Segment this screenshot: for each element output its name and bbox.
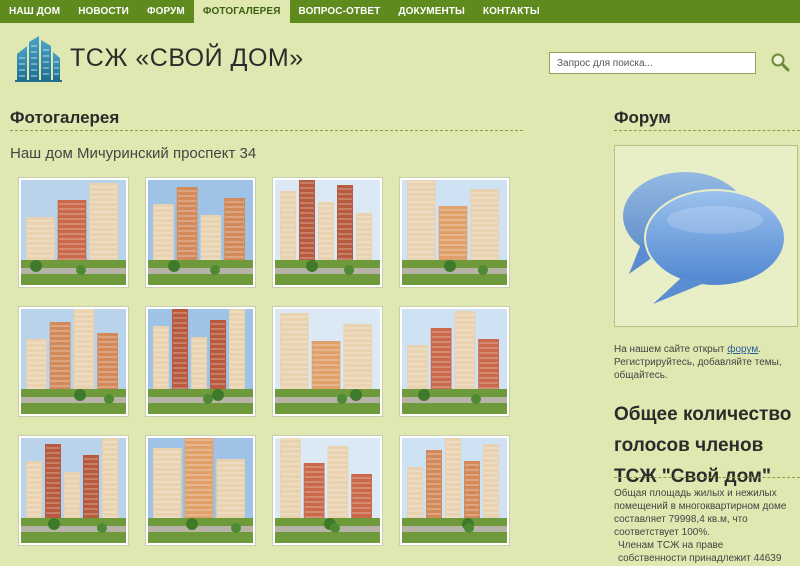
gallery-divider xyxy=(10,130,523,131)
photo-thumbnail[interactable] xyxy=(145,306,256,417)
photo-thumbnail[interactable] xyxy=(272,306,383,417)
photo-image xyxy=(275,438,380,543)
nav-item-forum[interactable]: ФОРУМ xyxy=(138,0,194,23)
search-input[interactable] xyxy=(549,52,756,74)
photo-thumbnail[interactable] xyxy=(399,435,510,546)
photo-image xyxy=(148,309,253,414)
photo-thumbnail[interactable] xyxy=(272,177,383,288)
photo-thumbnail[interactable] xyxy=(145,435,256,546)
photo-image xyxy=(402,438,507,543)
nav-item-news[interactable]: НОВОСТИ xyxy=(69,0,138,23)
chat-bubbles-icon xyxy=(623,172,786,304)
nav-item-gallery[interactable]: ФОТОГАЛЕРЕЯ xyxy=(193,0,290,23)
nav-item-documents[interactable]: ДОКУМЕНТЫ xyxy=(389,0,474,23)
forum-description: На нашем сайте открыт форум. Регистрируй… xyxy=(614,343,794,382)
top-nav: НАШ ДОМ НОВОСТИ ФОРУМ ФОТОГАЛЕРЕЯ ВОПРОС… xyxy=(0,0,800,23)
photo-thumbnail[interactable] xyxy=(145,177,256,288)
votes-paragraph-2: Членам ТСЖ на праве собственности принад… xyxy=(618,540,782,564)
forum-link[interactable]: форум xyxy=(727,344,758,355)
photo-thumbnail[interactable] xyxy=(18,435,129,546)
votes-heading: Общее количество голосов членов ТСЖ "Сво… xyxy=(614,404,792,487)
forum-heading: Форум xyxy=(614,108,671,127)
nav-item-contacts[interactable]: КОНТАКТЫ xyxy=(474,0,549,23)
photo-image xyxy=(148,438,253,543)
photo-image xyxy=(275,180,380,285)
logo-buildings-icon[interactable] xyxy=(13,34,63,84)
nav-item-faq[interactable]: ВОПРОС-ОТВЕТ xyxy=(290,0,390,23)
photo-image xyxy=(21,438,126,543)
photo-image xyxy=(148,180,253,285)
photo-thumbnail[interactable] xyxy=(399,177,510,288)
photo-thumbnail[interactable] xyxy=(18,177,129,288)
votes-paragraph-1: Общая площадь жилых и нежилых помещений … xyxy=(614,488,787,538)
photo-image xyxy=(402,180,507,285)
votes-divider xyxy=(614,477,800,478)
site-title[interactable]: ТСЖ «СВОЙ ДОМ» xyxy=(70,44,304,73)
photo-thumbnail[interactable] xyxy=(18,306,129,417)
forum-divider xyxy=(614,130,800,131)
photo-thumbnail[interactable] xyxy=(272,435,383,546)
votes-description: Общая площадь жилых и нежилых помещений … xyxy=(614,487,790,566)
forum-text-before: На нашем сайте открыт xyxy=(614,344,728,355)
nav-item-home[interactable]: НАШ ДОМ xyxy=(0,0,69,23)
forum-banner[interactable] xyxy=(614,145,798,327)
photo-image xyxy=(21,309,126,414)
photo-image xyxy=(275,309,380,414)
album-title[interactable]: Наш дом Мичуринский проспект 34 xyxy=(10,145,256,162)
gallery-heading: Фотогалерея xyxy=(10,108,120,127)
photo-image xyxy=(402,309,507,414)
photo-thumbnail[interactable] xyxy=(399,306,510,417)
photo-image xyxy=(21,180,126,285)
search-icon[interactable] xyxy=(770,52,790,72)
